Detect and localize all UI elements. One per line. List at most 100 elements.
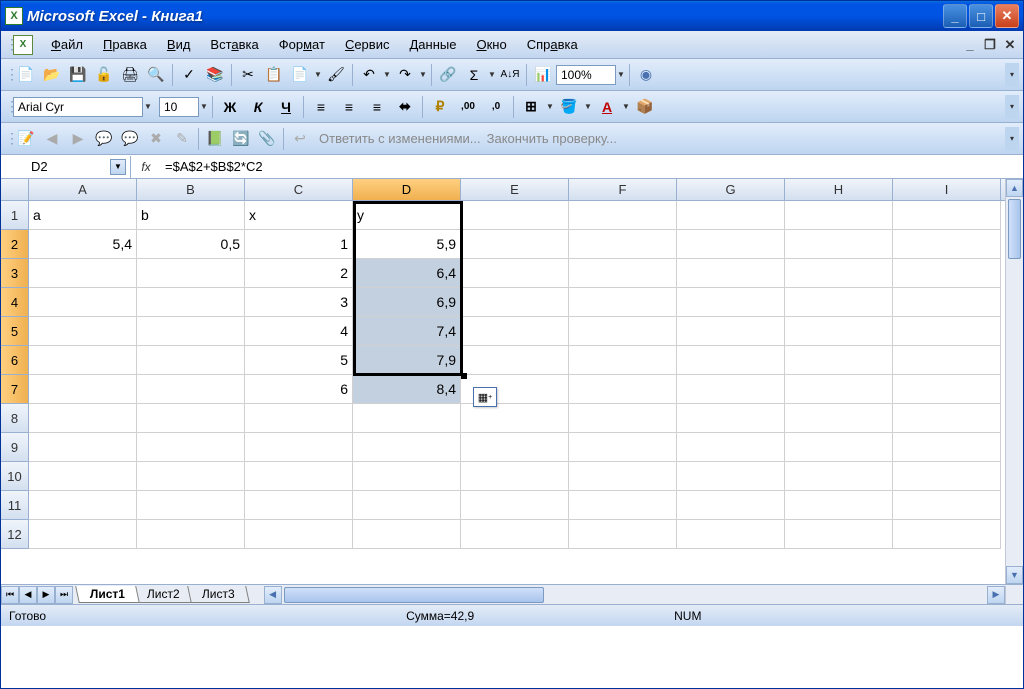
zoom-dropdown-icon[interactable]: ▼: [616, 70, 626, 79]
row-header-12[interactable]: 12: [1, 520, 29, 549]
undo-button[interactable]: ↶: [357, 63, 381, 87]
open-button[interactable]: 📂: [40, 63, 64, 87]
sheet-tab-3[interactable]: Лист3: [187, 586, 249, 603]
cell-F3[interactable]: [569, 259, 677, 288]
autosum-dropdown-icon[interactable]: ▼: [487, 70, 497, 79]
cell-H10[interactable]: [785, 462, 893, 491]
cell-B3[interactable]: [137, 259, 245, 288]
cell-B9[interactable]: [137, 433, 245, 462]
sheet-tab-2[interactable]: Лист2: [132, 586, 194, 603]
fill-dropdown-icon[interactable]: ▼: [583, 102, 593, 111]
cell-A6[interactable]: [29, 346, 137, 375]
chart-button[interactable]: 📊: [531, 63, 555, 87]
cell-F6[interactable]: [569, 346, 677, 375]
menu-edit[interactable]: Правка: [93, 34, 157, 55]
cell-F5[interactable]: [569, 317, 677, 346]
size-dropdown-icon[interactable]: ▼: [199, 102, 209, 111]
cell-B5[interactable]: [137, 317, 245, 346]
cell-G12[interactable]: [677, 520, 785, 549]
autosum-button[interactable]: Σ: [462, 63, 486, 87]
cell-F12[interactable]: [569, 520, 677, 549]
update-button[interactable]: 🔄: [229, 127, 253, 151]
print-preview-button[interactable]: 🔍: [144, 63, 168, 87]
cell-I6[interactable]: [893, 346, 1001, 375]
align-center-button[interactable]: ≡: [336, 95, 362, 119]
row-header-10[interactable]: 10: [1, 462, 29, 491]
maximize-button[interactable]: □: [969, 4, 993, 28]
row-header-4[interactable]: 4: [1, 288, 29, 317]
cell-C12[interactable]: [245, 520, 353, 549]
namebox-dropdown-icon[interactable]: ▼: [110, 159, 126, 175]
cell-G10[interactable]: [677, 462, 785, 491]
tab-last-button[interactable]: ⏭: [55, 586, 73, 604]
column-header-I[interactable]: I: [893, 179, 1001, 200]
row-header-1[interactable]: 1: [1, 201, 29, 230]
row-header-9[interactable]: 9: [1, 433, 29, 462]
cell-G3[interactable]: [677, 259, 785, 288]
cell-E6[interactable]: [461, 346, 569, 375]
paste-dropdown-icon[interactable]: ▼: [313, 70, 323, 79]
tab-next-button[interactable]: ▶: [37, 586, 55, 604]
cell-A11[interactable]: [29, 491, 137, 520]
doc-close-button[interactable]: ✕: [1001, 37, 1019, 53]
cell-E10[interactable]: [461, 462, 569, 491]
save-button[interactable]: 💾: [66, 63, 90, 87]
cell-A5[interactable]: [29, 317, 137, 346]
autofill-options-button[interactable]: ▦+: [473, 387, 497, 407]
next-comment-button[interactable]: ▶: [66, 127, 90, 151]
cell-G4[interactable]: [677, 288, 785, 317]
ink-button[interactable]: ✎: [170, 127, 194, 151]
cell-A4[interactable]: [29, 288, 137, 317]
cell-G5[interactable]: [677, 317, 785, 346]
cell-C9[interactable]: [245, 433, 353, 462]
cell-G6[interactable]: [677, 346, 785, 375]
borders-button[interactable]: ⊞: [518, 95, 544, 119]
cell-A1[interactable]: a: [29, 201, 137, 230]
revbar-options-icon[interactable]: ▾: [1005, 127, 1019, 151]
cell-E3[interactable]: [461, 259, 569, 288]
prev-comment-button[interactable]: ◀: [40, 127, 64, 151]
column-header-F[interactable]: F: [569, 179, 677, 200]
cell-E12[interactable]: [461, 520, 569, 549]
cell-I10[interactable]: [893, 462, 1001, 491]
font-name-combo[interactable]: Arial Cyr: [13, 97, 143, 117]
cell-C6[interactable]: 5: [245, 346, 353, 375]
cell-A10[interactable]: [29, 462, 137, 491]
underline-button[interactable]: Ч: [273, 95, 299, 119]
cell-D6[interactable]: 7,9: [353, 346, 461, 375]
redo-button[interactable]: ↷: [393, 63, 417, 87]
cell-D12[interactable]: [353, 520, 461, 549]
cell-I7[interactable]: [893, 375, 1001, 404]
cell-A12[interactable]: [29, 520, 137, 549]
cell-I12[interactable]: [893, 520, 1001, 549]
undo-dropdown-icon[interactable]: ▼: [382, 70, 392, 79]
cell-B1[interactable]: b: [137, 201, 245, 230]
font-color-button[interactable]: А: [594, 95, 620, 119]
cell-H4[interactable]: [785, 288, 893, 317]
grip-icon[interactable]: [5, 66, 11, 83]
cell-E1[interactable]: [461, 201, 569, 230]
permission-button[interactable]: 🔓: [92, 63, 116, 87]
cell-I2[interactable]: [893, 230, 1001, 259]
cell-A7[interactable]: [29, 375, 137, 404]
cell-F8[interactable]: [569, 404, 677, 433]
end-review-label[interactable]: Закончить проверку...: [487, 131, 617, 146]
cell-I3[interactable]: [893, 259, 1001, 288]
hscroll-thumb[interactable]: [284, 587, 544, 603]
cell-E9[interactable]: [461, 433, 569, 462]
sheet-tab-1[interactable]: Лист1: [75, 586, 140, 603]
row-header-7[interactable]: 7: [1, 375, 29, 404]
copy-button[interactable]: 📋: [262, 63, 286, 87]
italic-button[interactable]: К: [245, 95, 271, 119]
column-header-H[interactable]: H: [785, 179, 893, 200]
cell-F7[interactable]: [569, 375, 677, 404]
row-header-2[interactable]: 2: [1, 230, 29, 259]
cell-C10[interactable]: [245, 462, 353, 491]
cell-F1[interactable]: [569, 201, 677, 230]
spell-check-button[interactable]: ✓: [177, 63, 201, 87]
research-button[interactable]: 📚: [203, 63, 227, 87]
cell-G1[interactable]: [677, 201, 785, 230]
bold-button[interactable]: Ж: [217, 95, 243, 119]
row-header-3[interactable]: 3: [1, 259, 29, 288]
merge-center-button[interactable]: ⬌: [392, 95, 418, 119]
